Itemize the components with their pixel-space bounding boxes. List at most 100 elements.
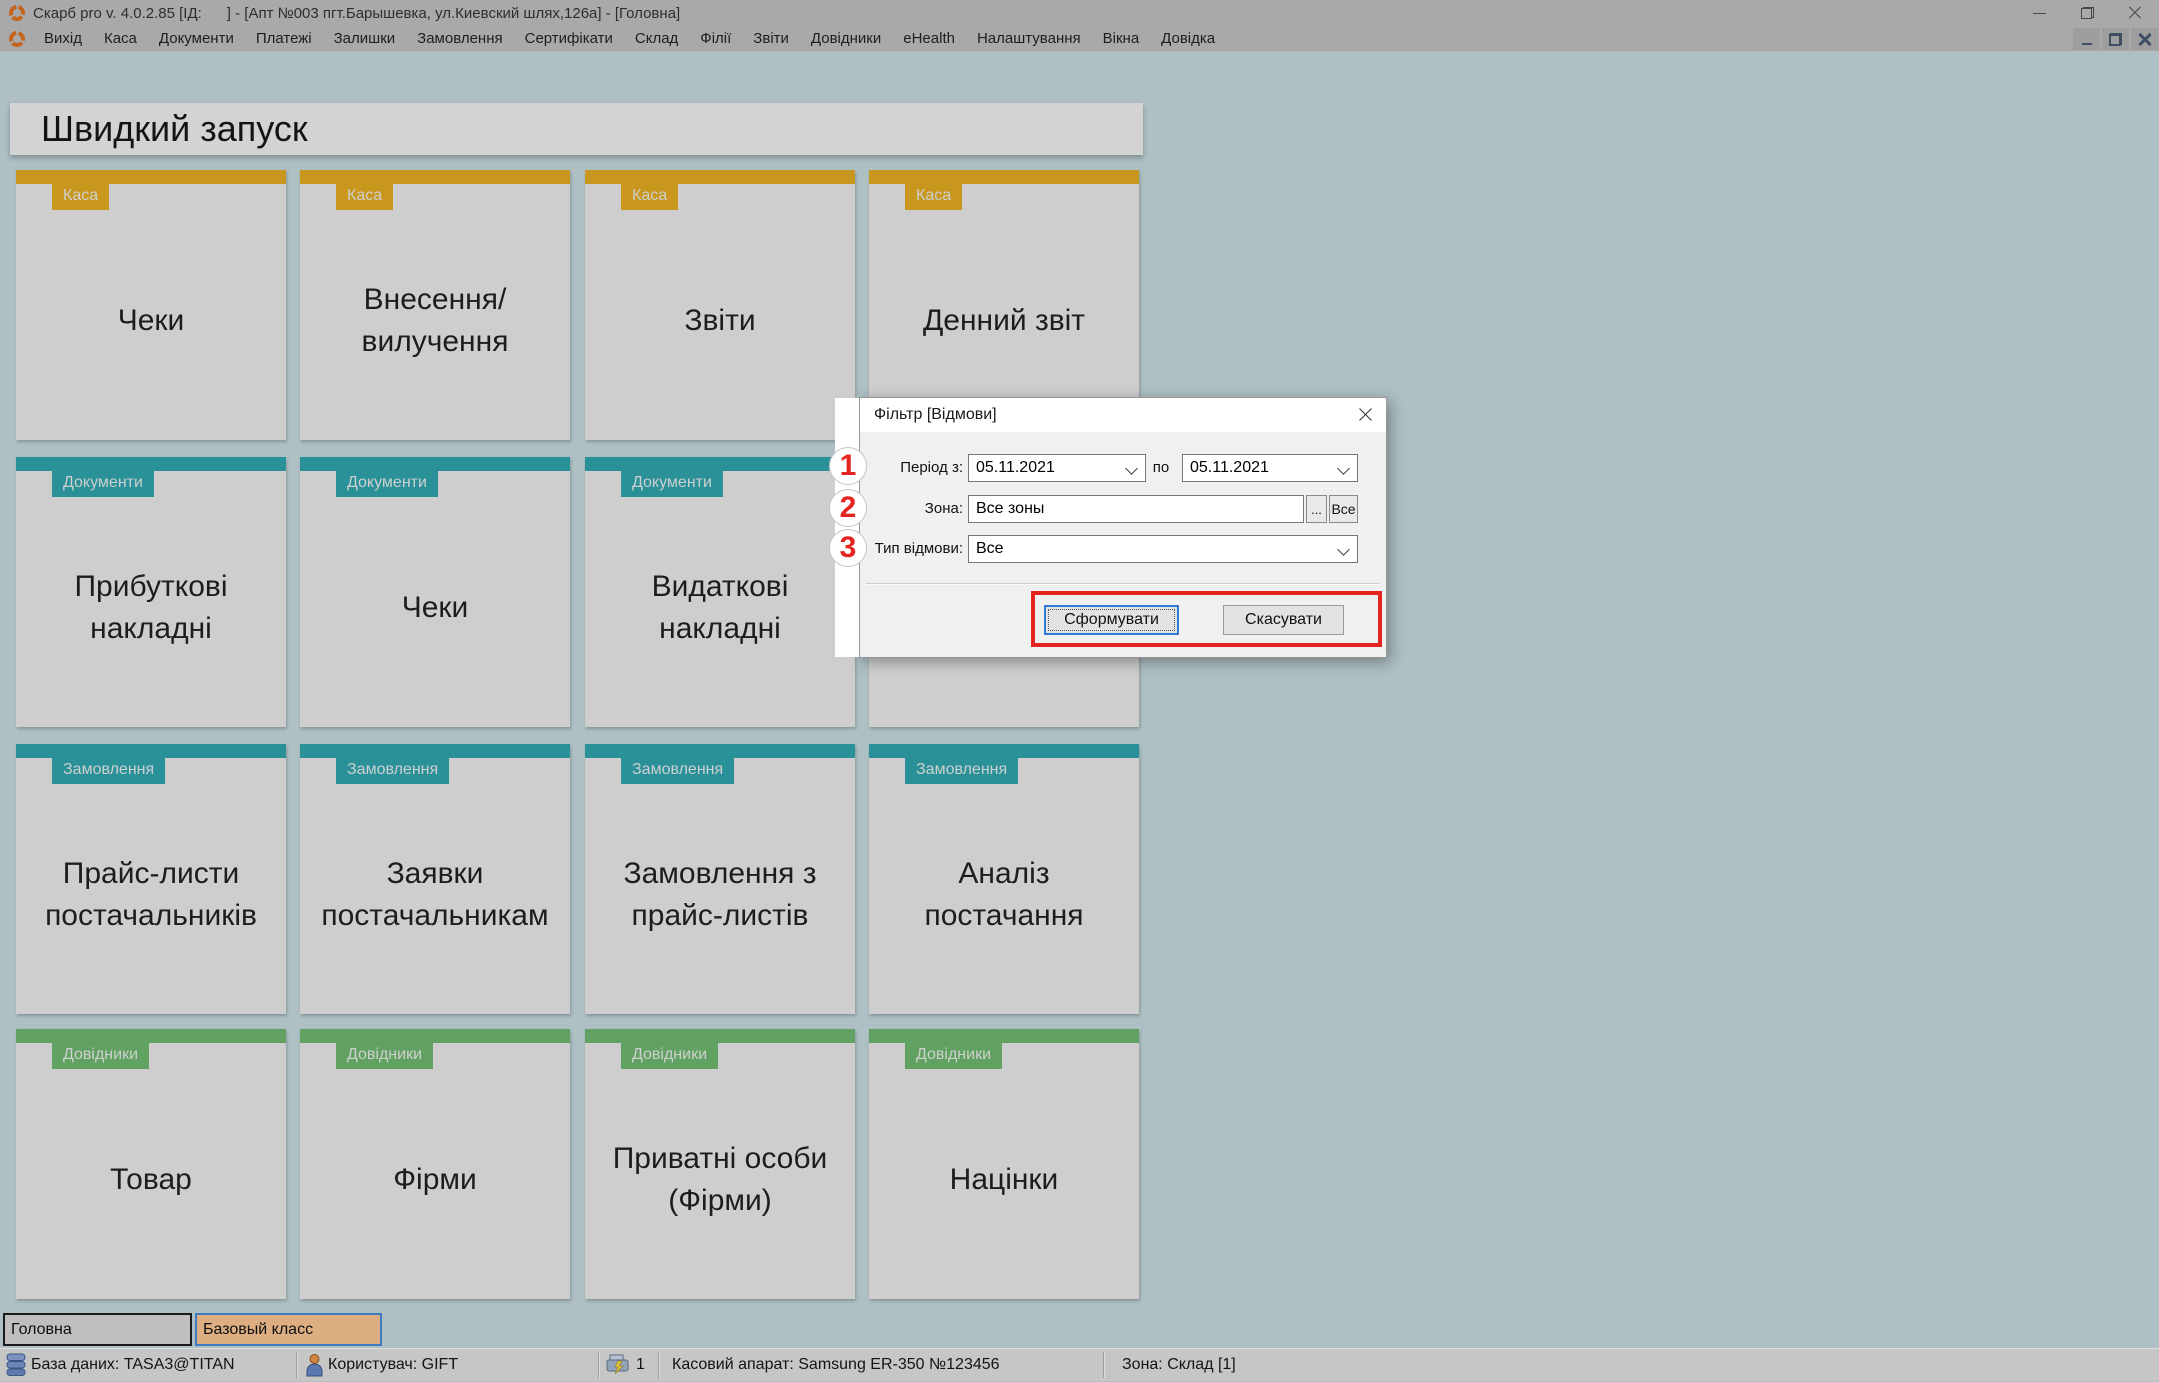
status-user: Користувач: GIFT bbox=[328, 1349, 458, 1380]
menu-stock[interactable]: Залишки bbox=[323, 26, 407, 51]
menu-bar: Вихід Каса Документи Платежі Залишки Зам… bbox=[0, 26, 2159, 51]
tile-label: Видаткові накладні bbox=[592, 499, 848, 717]
tile-label: Націнки bbox=[876, 1071, 1132, 1289]
tile-category-tag: Замовлення bbox=[336, 758, 449, 784]
tab-bazovyi-klass[interactable]: Базовый класс bbox=[195, 1313, 382, 1346]
zone-all-button[interactable]: Все bbox=[1329, 495, 1358, 523]
minimize-button[interactable] bbox=[2015, 0, 2063, 26]
tile-dir-natsinky[interactable]: Довідники Націнки bbox=[869, 1029, 1139, 1299]
refusal-type-value: Все bbox=[976, 540, 1004, 558]
period-to-value: 05.11.2021 bbox=[1190, 459, 1269, 477]
menu-kasa[interactable]: Каса bbox=[93, 26, 148, 51]
mdi-window-controls bbox=[2073, 28, 2158, 50]
tile-dir-pryvatni[interactable]: Довідники Приватні особи (Фірми) bbox=[585, 1029, 855, 1299]
tile-dir-tovar[interactable]: Довідники Товар bbox=[16, 1029, 286, 1299]
menu-payments[interactable]: Платежі bbox=[245, 26, 323, 51]
refusal-type-combobox[interactable]: Все bbox=[968, 535, 1358, 563]
zone-value: Все зоны bbox=[976, 500, 1044, 518]
refusal-type-label: Тип відмови: bbox=[860, 535, 963, 563]
menu-settings[interactable]: Налаштування bbox=[966, 26, 1092, 51]
status-divider bbox=[658, 1352, 660, 1378]
close-button[interactable] bbox=[2111, 0, 2159, 26]
zone-browse-button[interactable]: ... bbox=[1306, 495, 1327, 523]
tile-category-tag: Довідники bbox=[336, 1043, 433, 1069]
tile-ord-price-lists[interactable]: Замовлення Прайс-листи постачальників bbox=[16, 744, 286, 1014]
status-zone: Зона: Склад [1] bbox=[1122, 1349, 1236, 1380]
menu-warehouse[interactable]: Склад bbox=[624, 26, 689, 51]
mdi-restore-button[interactable] bbox=[2102, 28, 2129, 50]
zone-label: Зона: bbox=[860, 495, 963, 523]
tile-category-tag: Документи bbox=[621, 471, 723, 497]
tile-dir-firmy[interactable]: Довідники Фірми bbox=[300, 1029, 570, 1299]
tile-category-tag: Документи bbox=[336, 471, 438, 497]
tab-holovna[interactable]: Головна bbox=[3, 1313, 192, 1346]
status-divider bbox=[296, 1352, 298, 1378]
status-register-count: 1 bbox=[636, 1349, 645, 1380]
tile-category-bar bbox=[300, 744, 570, 758]
tile-category-bar bbox=[585, 1029, 855, 1043]
tile-category-tag: Замовлення bbox=[905, 758, 1018, 784]
tile-label: Чеки bbox=[307, 499, 563, 717]
annotation-marker-3: 3 bbox=[829, 529, 867, 567]
period-from-value: 05.11.2021 bbox=[976, 459, 1055, 477]
window-controls bbox=[2015, 0, 2159, 26]
status-divider bbox=[598, 1352, 600, 1378]
menu-orders[interactable]: Замовлення bbox=[406, 26, 513, 51]
tile-category-tag: Довідники bbox=[52, 1043, 149, 1069]
menu-branches[interactable]: Філії bbox=[689, 26, 742, 51]
menu-documents[interactable]: Документи bbox=[148, 26, 245, 51]
mdi-minimize-button[interactable] bbox=[2073, 28, 2100, 50]
dialog-close-button[interactable] bbox=[1358, 407, 1373, 422]
tile-category-bar bbox=[300, 457, 570, 471]
tile-label: Товар bbox=[23, 1071, 279, 1289]
status-divider bbox=[1103, 1352, 1105, 1378]
tile-ord-zayavky[interactable]: Замовлення Заявки постачальникам bbox=[300, 744, 570, 1014]
close-icon bbox=[2138, 32, 2152, 46]
tile-category-tag: Замовлення bbox=[621, 758, 734, 784]
tile-category-tag: Каса bbox=[905, 184, 962, 210]
menu-directories[interactable]: Довідники bbox=[800, 26, 892, 51]
tile-label: Прибуткові накладні bbox=[23, 499, 279, 717]
tile-category-bar bbox=[869, 170, 1139, 184]
window-titlebar: Скарб pro v. 4.0.2.85 [ІД: ] - [Апт №003… bbox=[0, 0, 2159, 26]
tile-category-bar bbox=[300, 170, 570, 184]
tile-kasa-zvity[interactable]: Каса Звіти bbox=[585, 170, 855, 440]
tile-ord-zamovlennia[interactable]: Замовлення Замовлення з прайс-листів bbox=[585, 744, 855, 1014]
tile-doc-vydatkovi[interactable]: Документи Видаткові накладні bbox=[585, 457, 855, 727]
annotation-highlight-rect bbox=[1031, 591, 1382, 647]
mdi-close-button[interactable] bbox=[2131, 28, 2158, 50]
minimize-icon bbox=[2033, 13, 2046, 14]
restore-button[interactable] bbox=[2063, 0, 2111, 26]
menu-windows[interactable]: Вікна bbox=[1092, 26, 1151, 51]
zone-input[interactable]: Все зоны bbox=[968, 495, 1304, 523]
tile-category-tag: Замовлення bbox=[52, 758, 165, 784]
tile-doc-prybutkovi[interactable]: Документи Прибуткові накладні bbox=[16, 457, 286, 727]
status-bar: База даних: TASA3@TITAN Користувач: GIFT… bbox=[0, 1348, 2159, 1381]
restore-icon bbox=[2081, 7, 2094, 19]
period-to-combobox[interactable]: 05.11.2021 bbox=[1182, 454, 1358, 482]
tile-kasa-vnesennia[interactable]: Каса Внесення/вилучення bbox=[300, 170, 570, 440]
tile-category-bar bbox=[16, 1029, 286, 1043]
chevron-down-icon bbox=[1337, 462, 1350, 475]
menu-ehealth[interactable]: eHealth bbox=[892, 26, 966, 51]
tile-category-bar bbox=[585, 457, 855, 471]
minimize-icon bbox=[2082, 43, 2092, 45]
tile-kasa-cheky[interactable]: Каса Чеки bbox=[16, 170, 286, 440]
tile-doc-cheky[interactable]: Документи Чеки bbox=[300, 457, 570, 727]
tile-category-tag: Каса bbox=[621, 184, 678, 210]
tile-category-bar bbox=[869, 744, 1139, 758]
period-from-combobox[interactable]: 05.11.2021 bbox=[968, 454, 1146, 482]
tile-category-tag: Довідники bbox=[621, 1043, 718, 1069]
menu-certificates[interactable]: Сертифікати bbox=[514, 26, 624, 51]
mdi-child-icon bbox=[9, 31, 25, 47]
tile-category-bar bbox=[16, 170, 286, 184]
tile-category-bar bbox=[16, 744, 286, 758]
menu-help[interactable]: Довідка bbox=[1150, 26, 1226, 51]
menu-reports[interactable]: Звіти bbox=[742, 26, 800, 51]
period-to-label: по bbox=[1146, 454, 1176, 482]
tile-category-bar bbox=[585, 170, 855, 184]
tile-ord-analiz[interactable]: Замовлення Аналіз постачання bbox=[869, 744, 1139, 1014]
menu-exit[interactable]: Вихід bbox=[33, 26, 93, 51]
cash-register-icon bbox=[606, 1353, 630, 1382]
tile-category-bar bbox=[300, 1029, 570, 1043]
